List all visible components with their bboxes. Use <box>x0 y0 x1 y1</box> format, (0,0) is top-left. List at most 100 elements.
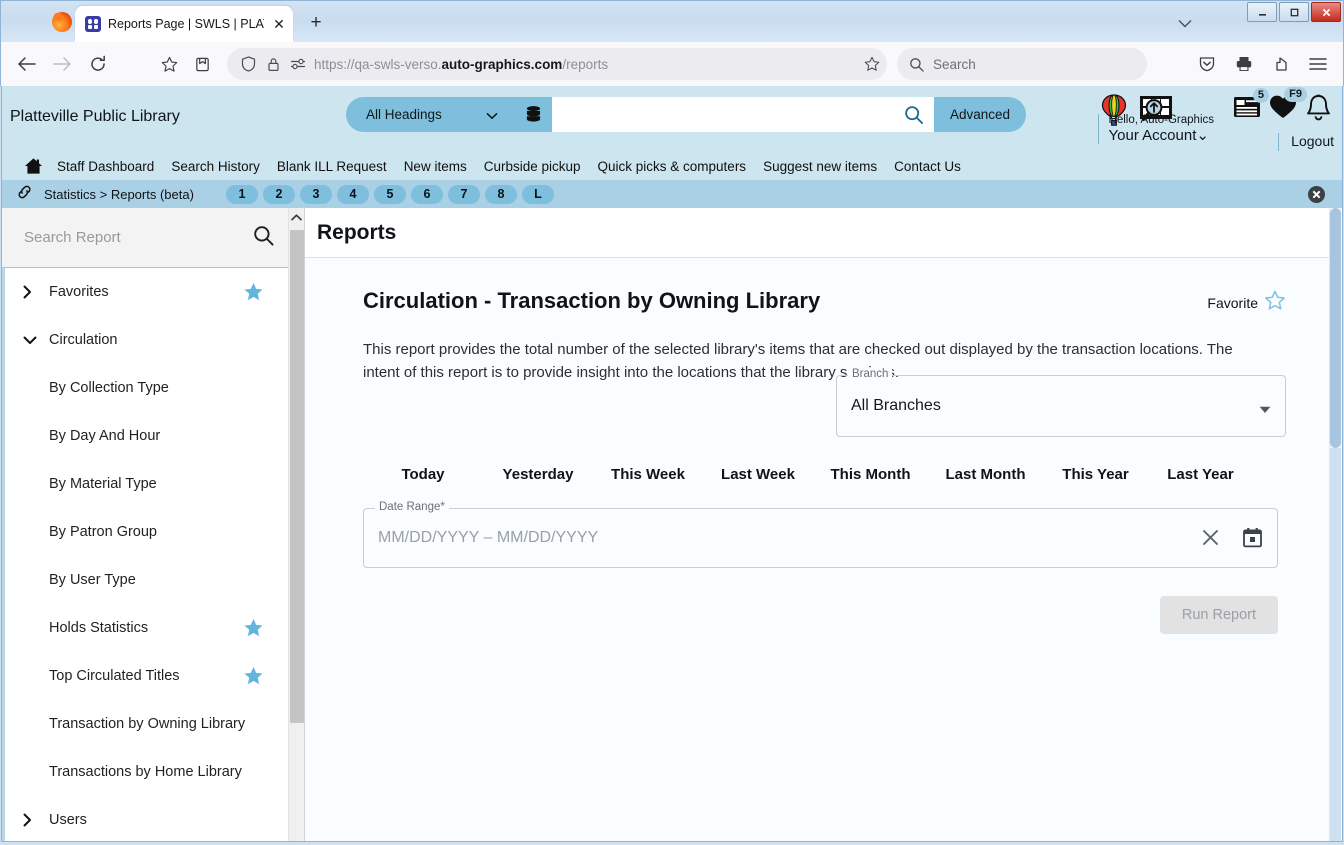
nav-item-suggest-new-items[interactable]: Suggest new items <box>763 159 877 174</box>
your-account-link[interactable]: Your Account⌄ <box>1109 127 1214 144</box>
tree-node-by-material-type[interactable]: By Material Type <box>5 460 288 508</box>
quick-range-last-week[interactable]: Last Week <box>703 466 813 483</box>
breadcrumb-pill-1[interactable]: 1 <box>225 184 258 204</box>
url-bar[interactable]: https://qa-swls-verso.auto-graphics.com/… <box>227 48 887 80</box>
new-tab-button[interactable]: + <box>301 8 331 38</box>
sidebar-scrollbar-thumb[interactable] <box>290 230 304 723</box>
favorites-heart-icon[interactable]: F9 <box>1269 87 1307 120</box>
headings-select[interactable]: All Headings <box>346 97 514 132</box>
quick-range-this-year[interactable]: This Year <box>1043 466 1148 483</box>
breadcrumb-text[interactable]: Statistics > Reports (beta) <box>44 187 194 202</box>
close-icon[interactable] <box>1307 185 1326 209</box>
tree-node-by-patron-group[interactable]: By Patron Group <box>5 508 288 556</box>
search-icon[interactable] <box>253 225 274 251</box>
tree-node-by-collection-type[interactable]: By Collection Type <box>5 364 288 412</box>
tree-node-label: By User Type <box>49 572 136 588</box>
window-maximize-button[interactable] <box>1279 2 1309 22</box>
quick-range-this-month[interactable]: This Month <box>813 466 928 483</box>
quick-range-this-week[interactable]: This Week <box>593 466 703 483</box>
date-range-legend: Date Range* <box>375 501 449 513</box>
breadcrumb-pill-4[interactable]: 4 <box>336 184 369 204</box>
search-report-field[interactable]: Search Report <box>2 208 288 268</box>
tree-node-top-circulated-titles[interactable]: Top Circulated Titles <box>5 652 288 700</box>
hamburger-menu-icon[interactable] <box>1301 48 1335 80</box>
date-range-field[interactable]: Date Range* MM/DD/YYYY – MM/DD/YYYY <box>363 501 1278 568</box>
tree-node-label: Favorites <box>49 284 109 300</box>
favorite-star-icon[interactable] <box>243 666 264 690</box>
pocket-shield-icon[interactable] <box>1190 48 1224 80</box>
branch-select[interactable]: Branch All Branches <box>836 368 1286 437</box>
clear-date-icon[interactable] <box>1201 528 1220 552</box>
page-scrollbar-track[interactable] <box>1330 448 1341 841</box>
nav-item-curbside-pickup[interactable]: Curbside pickup <box>484 159 581 174</box>
tree-node-transaction-by-owning-library[interactable]: Transaction by Owning Library <box>5 700 288 748</box>
favorite-star-outline-icon[interactable] <box>1264 290 1286 316</box>
breadcrumb-pill-l[interactable]: L <box>521 184 554 204</box>
sidebar-scrollbar[interactable] <box>288 208 304 841</box>
back-button-icon[interactable] <box>9 48 43 80</box>
list-all-tabs-chevron-down-icon[interactable] <box>1172 11 1198 35</box>
favorites-badge: F9 <box>1284 87 1307 103</box>
nav-item-contact-us[interactable]: Contact Us <box>894 159 961 174</box>
nav-item-quick-picks-computers[interactable]: Quick picks & computers <box>598 159 747 174</box>
nav-item-staff-dashboard[interactable]: Staff Dashboard <box>57 159 154 174</box>
tree-node-favorites[interactable]: Favorites <box>5 268 288 316</box>
quick-range-yesterday[interactable]: Yesterday <box>483 466 593 483</box>
tree-node-users[interactable]: Users <box>5 796 288 841</box>
nav-item-blank-ill-request[interactable]: Blank ILL Request <box>277 159 387 174</box>
window-minimize-button[interactable] <box>1247 2 1277 22</box>
print-icon[interactable] <box>1227 48 1261 80</box>
nav-item-search-history[interactable]: Search History <box>171 159 260 174</box>
nav-item-new-items[interactable]: New items <box>404 159 467 174</box>
breadcrumb-pill-5[interactable]: 5 <box>373 184 406 204</box>
notifications-bell-icon[interactable] <box>1305 94 1332 122</box>
tree-node-transactions-by-home-library[interactable]: Transactions by Home Library <box>5 748 288 796</box>
share-icon[interactable] <box>1264 48 1298 80</box>
breadcrumb-pill-3[interactable]: 3 <box>299 184 332 204</box>
bookmark-star-icon[interactable] <box>155 50 183 78</box>
page-scrollbar[interactable] <box>1329 208 1342 841</box>
tab-favicon-icon <box>85 16 101 32</box>
favorite-star-icon[interactable] <box>243 282 264 306</box>
tab-close-icon[interactable]: ✕ <box>271 16 287 32</box>
window-controls <box>1247 2 1341 22</box>
browser-search-bar[interactable]: Search <box>897 48 1147 80</box>
catalog-search-icon[interactable] <box>892 97 934 132</box>
window-close-button[interactable] <box>1311 2 1341 22</box>
database-icon[interactable] <box>514 97 552 132</box>
headings-select-value: All Headings <box>366 107 442 122</box>
tree-node-circulation[interactable]: Circulation <box>5 316 288 364</box>
favorite-toggle[interactable]: Favorite <box>1207 290 1286 316</box>
breadcrumb-pill-6[interactable]: 6 <box>410 184 443 204</box>
search-report-placeholder: Search Report <box>24 229 121 246</box>
catalog-search-input[interactable] <box>552 97 892 132</box>
scroll-up-arrow-icon[interactable] <box>289 208 304 226</box>
my-lists-icon[interactable]: 5 <box>1233 88 1269 120</box>
breadcrumb-pill-7[interactable]: 7 <box>447 184 480 204</box>
permissions-icon[interactable] <box>289 55 307 73</box>
account-block[interactable]: Hello, Auto-Graphics Your Account⌄ <box>1097 114 1214 145</box>
quick-range-last-month[interactable]: Last Month <box>928 466 1043 483</box>
advanced-search-button[interactable]: Advanced <box>934 97 1027 132</box>
favorite-star-icon[interactable] <box>243 618 264 642</box>
quick-date-range-tabs: Today Yesterday This Week Last Week This… <box>363 466 1342 483</box>
calendar-picker-icon[interactable] <box>1242 527 1263 553</box>
tree-node-holds-statistics[interactable]: Holds Statistics <box>5 604 288 652</box>
page-scrollbar-thumb[interactable] <box>1330 208 1341 448</box>
home-icon[interactable] <box>24 157 43 175</box>
tree-node-by-day-and-hour[interactable]: By Day And Hour <box>5 412 288 460</box>
logout-block[interactable]: Logout <box>1278 133 1334 151</box>
breadcrumb-pill-8[interactable]: 8 <box>484 184 517 204</box>
chevron-down-icon <box>486 108 498 123</box>
logout-link[interactable]: Logout <box>1291 133 1334 149</box>
save-to-pocket-icon[interactable] <box>185 48 219 80</box>
run-report-button[interactable]: Run Report <box>1159 596 1278 634</box>
tree-node-by-user-type[interactable]: By User Type <box>5 556 288 604</box>
browser-titlebar: Reports Page | SWLS | PLATT | A ✕ + <box>0 0 1344 42</box>
quick-range-last-year[interactable]: Last Year <box>1148 466 1253 483</box>
breadcrumb-pill-2[interactable]: 2 <box>262 184 295 204</box>
quick-range-today[interactable]: Today <box>363 466 483 483</box>
reload-button-icon[interactable] <box>81 48 115 80</box>
url-bookmark-star-icon[interactable] <box>863 55 881 73</box>
browser-tab[interactable]: Reports Page | SWLS | PLATT | A ✕ <box>75 6 293 42</box>
